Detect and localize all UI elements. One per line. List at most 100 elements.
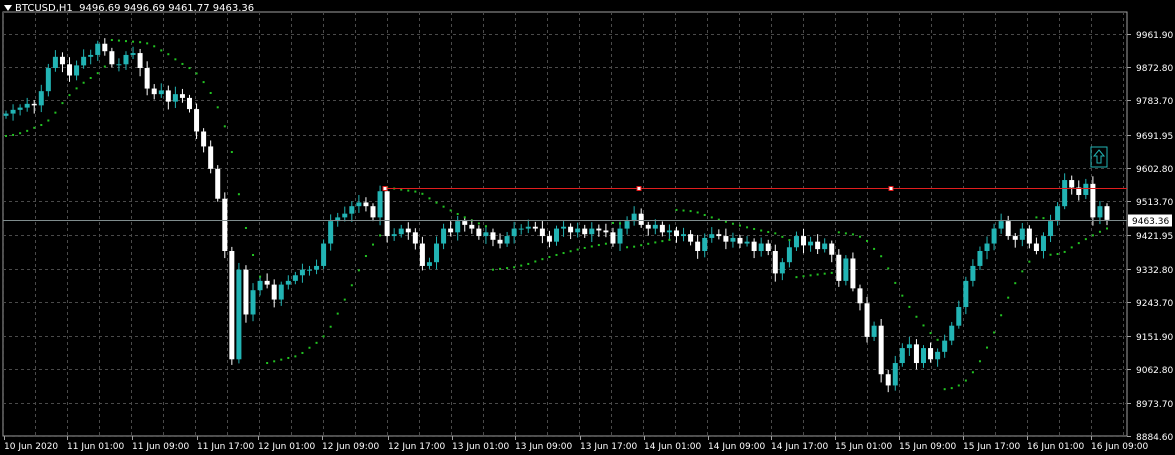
candle-body[interactable] (314, 265, 320, 270)
candle-body[interactable] (342, 213, 348, 218)
candle-body[interactable] (88, 54, 94, 57)
candle-body[interactable] (469, 224, 475, 229)
candle-body[interactable] (589, 228, 595, 235)
candle-body[interactable] (250, 290, 256, 315)
candle-body[interactable] (434, 243, 440, 263)
candle-body[interactable] (179, 94, 185, 98)
candle-body[interactable] (949, 325, 955, 341)
candle-body[interactable] (17, 107, 23, 110)
candle-body[interactable] (455, 221, 461, 233)
candle-body[interactable] (539, 228, 545, 237)
candle-body[interactable] (3, 113, 9, 116)
candle-body[interactable] (412, 232, 418, 244)
candle-body[interactable] (441, 228, 447, 244)
candle-body[interactable] (652, 224, 658, 229)
candle-body[interactable] (215, 168, 221, 199)
candle-body[interactable] (490, 232, 496, 240)
candle-body[interactable] (765, 243, 771, 251)
candle-body[interactable] (913, 344, 919, 364)
candle-body[interactable] (1019, 228, 1025, 240)
candle-body[interactable] (638, 213, 644, 225)
level-anchor[interactable] (888, 186, 894, 191)
plot-area[interactable] (2, 11, 1128, 437)
candle-body[interactable] (1026, 228, 1032, 244)
candle-body[interactable] (970, 265, 976, 281)
candle-body[interactable] (935, 351, 941, 360)
candle-body[interactable] (229, 250, 235, 360)
candle-body[interactable] (363, 202, 369, 207)
candle-body[interactable] (222, 198, 228, 251)
candle-body[interactable] (815, 241, 821, 250)
candle-body[interactable] (165, 90, 171, 102)
candle-body[interactable] (857, 288, 863, 304)
candle-body[interactable] (525, 226, 531, 229)
candle-body[interactable] (596, 228, 602, 231)
candle-body[interactable] (448, 228, 454, 233)
candle-body[interactable] (885, 374, 891, 386)
candle-body[interactable] (744, 241, 750, 244)
candle-body[interactable] (172, 94, 178, 102)
candle-body[interactable] (850, 258, 856, 289)
candle-body[interactable] (772, 250, 778, 274)
candle-body[interactable] (130, 53, 136, 55)
candle-body[interactable] (1104, 206, 1110, 220)
candle-body[interactable] (878, 325, 884, 375)
candle-body[interactable] (681, 234, 687, 237)
candle-body[interactable] (921, 348, 926, 364)
candle-body[interactable] (716, 234, 722, 237)
candle-body[interactable] (963, 280, 969, 308)
candle-body[interactable] (391, 234, 397, 237)
candle-body[interactable] (786, 247, 792, 263)
candle-body[interactable] (109, 51, 115, 65)
candle-body[interactable] (518, 228, 524, 230)
candle-body[interactable] (1055, 206, 1061, 222)
candle-body[interactable] (419, 243, 425, 266)
candle-body[interactable] (801, 236, 807, 246)
candle-body[interactable] (758, 243, 764, 251)
candle-body[interactable] (405, 228, 411, 233)
candle-body[interactable] (624, 221, 630, 229)
price-chart[interactable]: 9961.90 9872.80 9783.70 9691.95 9602.80 9513.… (0, 0, 1175, 455)
candle-body[interactable] (504, 236, 510, 244)
candle-body[interactable] (483, 232, 489, 237)
candle-body[interactable] (575, 228, 581, 233)
candle-body[interactable] (1012, 236, 1018, 240)
candle-body[interactable] (1040, 236, 1046, 251)
candle-body[interactable] (187, 97, 192, 110)
candle-body[interactable] (123, 54, 129, 65)
candle-body[interactable] (871, 325, 877, 337)
candle-body[interactable] (116, 64, 122, 66)
candle-body[interactable] (306, 269, 312, 271)
candle-body[interactable] (264, 280, 270, 285)
candle-body[interactable] (59, 56, 65, 65)
candle-body[interactable] (673, 230, 679, 237)
candle-body[interactable] (511, 228, 517, 237)
candle-body[interactable] (356, 202, 362, 207)
candle-body[interactable] (829, 243, 835, 255)
candle-body[interactable] (554, 228, 559, 242)
candle-body[interactable] (546, 236, 552, 242)
candle-body[interactable] (666, 230, 672, 233)
candle-body[interactable] (194, 109, 200, 132)
candle-body[interactable] (956, 307, 962, 326)
candle-body[interactable] (610, 232, 616, 244)
candle-body[interactable] (208, 146, 214, 169)
candle-body[interactable] (271, 284, 277, 300)
candle-body[interactable] (299, 269, 305, 276)
candle-body[interactable] (822, 243, 828, 250)
candle-body[interactable] (864, 303, 870, 337)
candle-body[interactable] (991, 228, 997, 244)
candle-body[interactable] (1005, 221, 1011, 237)
candle-body[interactable] (582, 228, 588, 235)
candle-body[interactable] (10, 109, 16, 114)
candle-body[interactable] (977, 250, 983, 266)
candle-body[interactable] (201, 131, 207, 147)
candle-body[interactable] (377, 191, 383, 218)
candle-body[interactable] (67, 64, 73, 76)
candle-body[interactable] (843, 258, 849, 281)
candle-body[interactable] (45, 68, 51, 92)
candle-body[interactable] (709, 234, 715, 238)
candle-body[interactable] (328, 221, 334, 244)
candle-body[interactable] (723, 236, 729, 242)
level-anchor[interactable] (636, 186, 642, 191)
